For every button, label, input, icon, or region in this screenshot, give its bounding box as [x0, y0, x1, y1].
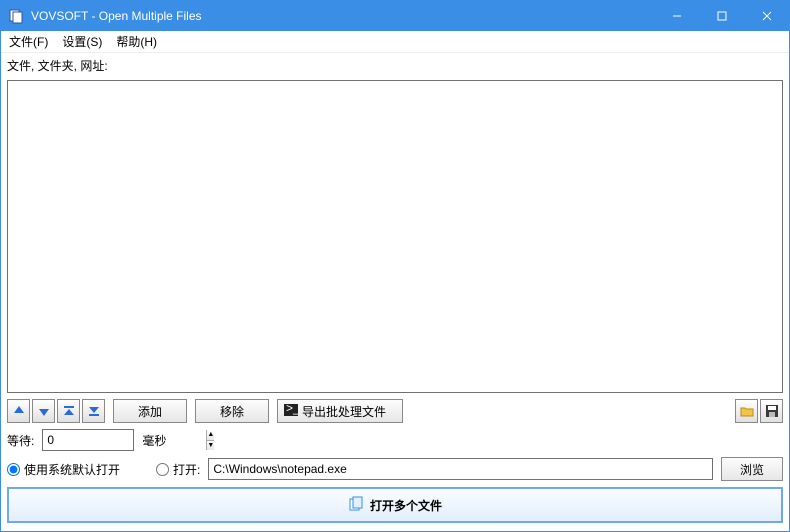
menu-file[interactable]: 文件(F): [9, 33, 48, 50]
radio-use-default[interactable]: 使用系统默认打开: [7, 461, 120, 478]
wait-row: 等待: ▲ ▼ 毫秒: [7, 429, 783, 451]
remove-button[interactable]: 移除: [195, 399, 269, 423]
file-list[interactable]: [7, 80, 783, 393]
open-path-input[interactable]: C:\Windows\notepad.exe: [208, 458, 713, 480]
move-bottom-button[interactable]: [82, 399, 105, 423]
list-toolbar: 添加 移除 >_ 导出批处理文件: [7, 399, 783, 423]
remove-button-label: 移除: [220, 403, 244, 420]
svg-text:>_: >_: [286, 404, 298, 415]
spin-down-button[interactable]: ▼: [207, 441, 214, 451]
move-top-button[interactable]: [57, 399, 80, 423]
files-icon: [348, 496, 364, 515]
window-title: VOVSOFT - Open Multiple Files: [31, 9, 654, 23]
open-path-value: C:\Windows\notepad.exe: [213, 462, 346, 476]
menubar: 文件(F) 设置(S) 帮助(H): [1, 31, 789, 53]
menu-help[interactable]: 帮助(H): [116, 33, 157, 50]
ms-label: 毫秒: [142, 432, 166, 449]
open-multiple-button[interactable]: 打开多个文件: [7, 487, 783, 523]
open-list-button[interactable]: [735, 399, 758, 423]
radio-use-default-label: 使用系统默认打开: [24, 461, 120, 478]
spin-up-button[interactable]: ▲: [207, 430, 214, 441]
save-list-button[interactable]: [760, 399, 783, 423]
export-batch-button[interactable]: >_ 导出批处理文件: [277, 399, 403, 423]
add-button-label: 添加: [138, 403, 162, 420]
move-up-button[interactable]: [7, 399, 30, 423]
openwith-row: 使用系统默认打开 打开: C:\Windows\notepad.exe 浏览: [7, 457, 783, 481]
radio-open-with[interactable]: 打开:: [156, 461, 200, 478]
radio-open-with-label: 打开:: [173, 461, 200, 478]
list-caption: 文件, 文件夹, 网址:: [7, 57, 783, 74]
window-controls: [654, 1, 789, 31]
menu-settings[interactable]: 设置(S): [62, 33, 102, 50]
maximize-button[interactable]: [699, 1, 744, 31]
open-multiple-label: 打开多个文件: [370, 497, 442, 514]
content-area: 文件, 文件夹, 网址: 添加 移除 >_ 导出批处理文件 等待: ▲ ▼: [1, 53, 789, 531]
wait-label: 等待:: [7, 432, 34, 449]
wait-input[interactable]: [43, 430, 206, 450]
wait-spinner: ▲ ▼: [206, 430, 214, 450]
radio-open-with-input[interactable]: [156, 463, 169, 476]
terminal-icon: >_: [284, 404, 298, 419]
wait-input-wrapper: ▲ ▼: [42, 429, 134, 451]
radio-use-default-input[interactable]: [7, 463, 20, 476]
close-button[interactable]: [744, 1, 789, 31]
minimize-button[interactable]: [654, 1, 699, 31]
add-button[interactable]: 添加: [113, 399, 187, 423]
titlebar: VOVSOFT - Open Multiple Files: [1, 1, 789, 31]
export-batch-label: 导出批处理文件: [302, 403, 386, 420]
move-down-button[interactable]: [32, 399, 55, 423]
app-icon: [9, 8, 25, 24]
browse-button[interactable]: 浏览: [721, 457, 783, 481]
browse-button-label: 浏览: [740, 461, 764, 478]
